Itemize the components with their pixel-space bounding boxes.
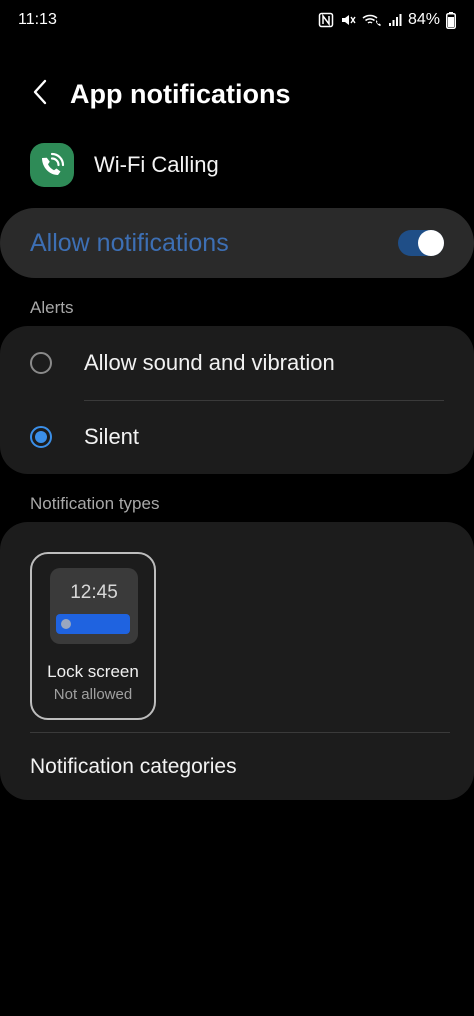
status-time: 11:13 bbox=[18, 11, 57, 28]
back-button[interactable] bbox=[16, 70, 64, 118]
alert-option-silent[interactable]: Silent bbox=[0, 400, 474, 474]
notification-categories-label: Notification categories bbox=[30, 754, 237, 778]
nfc-icon bbox=[318, 12, 334, 28]
app-name: Wi-Fi Calling bbox=[94, 152, 219, 177]
wifi-calling-icon bbox=[362, 12, 382, 28]
battery-icon bbox=[446, 11, 456, 29]
allow-notifications-label: Allow notifications bbox=[30, 228, 229, 257]
back-chevron-icon bbox=[32, 79, 48, 110]
page-title: App notifications bbox=[70, 78, 291, 109]
lock-preview-dot bbox=[61, 619, 71, 629]
alerts-section-label: Alerts bbox=[30, 298, 74, 317]
alert-option-sound-vibration[interactable]: Allow sound and vibration bbox=[0, 326, 474, 400]
notification-types-card: 12:45 Lock screen Not allowed Notificati… bbox=[0, 522, 474, 800]
lock-preview-notification-bar bbox=[56, 614, 130, 634]
toggle-knob bbox=[418, 230, 444, 256]
alert-option-label: Silent bbox=[84, 424, 140, 449]
notification-categories-row[interactable]: Notification categories bbox=[0, 733, 474, 800]
notification-types-section-label: Notification types bbox=[30, 494, 160, 513]
battery-percent: 84% bbox=[407, 11, 440, 28]
mute-icon bbox=[340, 12, 356, 28]
radio-sound-vibration[interactable] bbox=[30, 352, 52, 374]
signal-icon bbox=[388, 13, 402, 27]
alerts-card: Allow sound and vibration Silent bbox=[0, 326, 474, 474]
allow-notifications-toggle[interactable] bbox=[398, 230, 444, 256]
app-info-row: Wi-Fi Calling bbox=[30, 143, 219, 187]
status-bar: 11:13 84% bbox=[0, 0, 474, 40]
radio-silent[interactable] bbox=[30, 426, 52, 448]
lock-screen-status: Not allowed bbox=[53, 686, 133, 703]
allow-notifications-row[interactable]: Allow notifications bbox=[0, 208, 474, 278]
lock-screen-tile[interactable]: 12:45 Lock screen Not allowed bbox=[30, 552, 156, 720]
alert-option-label: Allow sound and vibration bbox=[84, 350, 335, 375]
lock-preview-time: 12:45 bbox=[70, 582, 118, 603]
app-notifications-screen: 11:13 84% App notifications Wi-Fi Callin… bbox=[0, 0, 474, 1016]
wifi-calling-app-icon bbox=[30, 143, 74, 187]
lock-screen-title: Lock screen bbox=[47, 662, 139, 681]
header: App notifications bbox=[0, 70, 474, 118]
status-icons: 84% bbox=[318, 11, 456, 29]
lock-screen-preview: 12:45 bbox=[50, 568, 138, 644]
